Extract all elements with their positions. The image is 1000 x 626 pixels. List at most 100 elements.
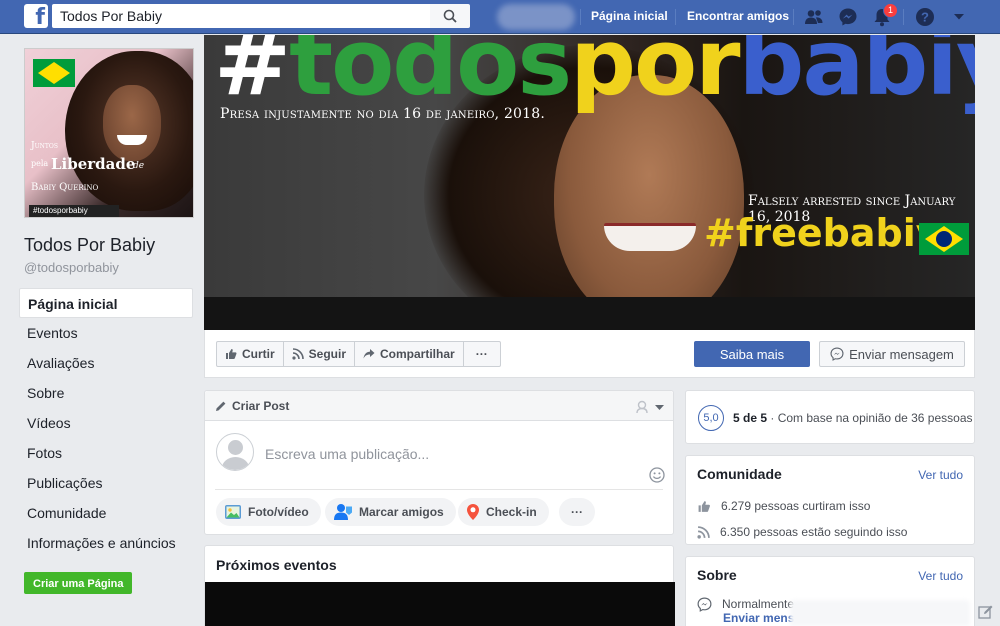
action-button-group: Curtir Seguir Compartilhar ··· bbox=[216, 341, 501, 367]
cover-photo[interactable]: #todosporbabiy Presa injustamente no dia… bbox=[204, 35, 975, 330]
share-label: Compartilhar bbox=[380, 347, 455, 361]
learn-more-button[interactable]: Saiba mais bbox=[694, 341, 810, 367]
avatar bbox=[216, 433, 254, 471]
thumbs-up-icon bbox=[226, 349, 237, 359]
left-nav-info-ads[interactable]: Informações e anúncios bbox=[19, 528, 193, 558]
photo-video-label: Foto/vídeo bbox=[248, 505, 309, 519]
messenger-icon bbox=[697, 597, 712, 612]
profile-shortcut[interactable] bbox=[497, 4, 575, 30]
page-left-navigation: Página inicial Eventos Avaliações Sobre … bbox=[19, 288, 193, 558]
nav-divider bbox=[675, 9, 676, 25]
create-post-title: Criar Post bbox=[232, 398, 290, 413]
profile-text-line2: pela bbox=[31, 159, 49, 168]
photo-icon bbox=[225, 505, 241, 519]
about-response-text: Normalmente bbox=[722, 597, 795, 611]
upcoming-events-title: Próximos eventos bbox=[216, 557, 337, 573]
tag-friends-button[interactable]: Marcar amigos bbox=[325, 498, 456, 526]
nav-home-link[interactable]: Página inicial bbox=[591, 9, 668, 23]
rating-based-on: · Com base na opinião de 36 pessoas bbox=[767, 411, 973, 425]
event-image[interactable] bbox=[205, 582, 675, 626]
audience-selector-icon[interactable] bbox=[635, 400, 649, 414]
profile-face bbox=[103, 85, 161, 161]
like-button[interactable]: Curtir bbox=[217, 342, 284, 366]
left-nav-community[interactable]: Comunidade bbox=[19, 498, 193, 528]
follow-label: Seguir bbox=[308, 347, 347, 361]
dropdown-arrow-icon[interactable] bbox=[948, 6, 970, 28]
cover-hashtag-part: # bbox=[214, 35, 291, 116]
tag-friends-label: Marcar amigos bbox=[359, 505, 444, 519]
page-action-bar: Curtir Seguir Compartilhar ··· Saiba mai… bbox=[204, 330, 975, 378]
chevron-down-icon[interactable] bbox=[655, 405, 664, 411]
left-nav-videos[interactable]: Vídeos bbox=[19, 408, 193, 438]
notifications-icon[interactable]: 1 bbox=[871, 3, 899, 28]
top-navigation-bar: f Página inicial Encontrar amigos 1 ? bbox=[0, 0, 1000, 34]
cover-hashtag-part: todos bbox=[289, 35, 572, 116]
svg-text:?: ? bbox=[921, 10, 929, 25]
page-profile-picture[interactable]: Juntos pela Liberdade de Babiy Querino #… bbox=[24, 48, 194, 218]
left-nav-events[interactable]: Eventos bbox=[19, 318, 193, 348]
profile-text-line5: Babiy Querino bbox=[31, 182, 99, 193]
more-actions-button[interactable]: ··· bbox=[464, 342, 500, 366]
help-icon[interactable]: ? bbox=[914, 6, 936, 28]
chat-bar[interactable] bbox=[790, 600, 1000, 626]
notification-badge: 1 bbox=[883, 3, 899, 18]
left-nav-about[interactable]: Sobre bbox=[19, 378, 193, 408]
rating-score-badge: 5,0 bbox=[698, 405, 724, 431]
profile-text-line3: Liberdade bbox=[51, 155, 136, 173]
post-composer-input[interactable]: Escreva uma publicação... bbox=[265, 446, 429, 462]
cover-hashtag: #todosporbabiy bbox=[214, 35, 975, 116]
left-nav-photos[interactable]: Fotos bbox=[19, 438, 193, 468]
profile-text-line4: de bbox=[133, 161, 145, 171]
rating-out-of: 5 de 5 bbox=[733, 411, 768, 425]
page-title[interactable]: Todos Por Babiy bbox=[24, 235, 155, 256]
cover-hashtag-part: por bbox=[570, 35, 740, 116]
about-see-all-link[interactable]: Ver tudo bbox=[918, 569, 963, 583]
rss-follow-icon bbox=[697, 525, 710, 539]
about-title: Sobre bbox=[697, 567, 737, 583]
tag-friends-icon bbox=[334, 504, 352, 520]
rating-summary[interactable]: 5 de 5 · Com base na opinião de 36 pesso… bbox=[733, 411, 973, 425]
emoji-icon[interactable] bbox=[649, 467, 665, 483]
chat-contacts-blurred[interactable] bbox=[790, 600, 970, 626]
nav-divider bbox=[903, 9, 904, 25]
profile-hashtag: #todosporbabiy bbox=[29, 205, 119, 217]
facebook-logo[interactable]: f bbox=[24, 4, 48, 28]
nav-divider bbox=[793, 9, 794, 25]
cover-free-hashtag: #freebabiy bbox=[704, 211, 941, 255]
photo-video-button[interactable]: Foto/vídeo bbox=[216, 498, 321, 526]
create-page-button[interactable]: Criar uma Página bbox=[24, 572, 133, 594]
share-button[interactable]: Compartilhar bbox=[355, 342, 464, 366]
check-in-button[interactable]: Check-in bbox=[458, 498, 549, 526]
search-icon bbox=[443, 9, 457, 23]
about-send-message-link[interactable]: Enviar mens bbox=[723, 611, 794, 625]
messenger-icon[interactable] bbox=[837, 6, 859, 28]
rating-card: 5,0 5 de 5 · Com base na opinião de 36 p… bbox=[685, 390, 975, 444]
create-post-header: Criar Post bbox=[205, 391, 673, 421]
friends-icon[interactable] bbox=[803, 6, 825, 28]
community-follows-text: 6.350 pessoas estão seguindo isso bbox=[720, 525, 908, 539]
left-nav-posts[interactable]: Publicações bbox=[19, 468, 193, 498]
follow-button[interactable]: Seguir bbox=[284, 342, 356, 366]
community-likes-row: 6.279 pessoas curtiram isso bbox=[697, 499, 870, 513]
community-likes-text: 6.279 pessoas curtiram isso bbox=[721, 499, 871, 513]
more-options-button[interactable]: ··· bbox=[559, 498, 595, 526]
rss-follow-icon bbox=[292, 348, 304, 360]
community-follows-row: 6.350 pessoas estão seguindo isso bbox=[697, 525, 907, 539]
send-message-button[interactable]: Enviar mensagem bbox=[819, 341, 965, 367]
search-button[interactable] bbox=[430, 4, 470, 28]
left-nav-reviews[interactable]: Avaliações bbox=[19, 348, 193, 378]
search-input[interactable] bbox=[52, 4, 430, 28]
cover-subtitle-portuguese: Presa injustamente no dia 16 de janeiro,… bbox=[220, 106, 546, 122]
messenger-icon bbox=[830, 347, 844, 361]
left-nav-home[interactable]: Página inicial bbox=[19, 288, 193, 318]
page-username[interactable]: @todosporbabiy bbox=[24, 260, 119, 275]
cover-hashtag-part: babiy bbox=[738, 35, 975, 116]
new-message-icon[interactable] bbox=[978, 604, 994, 620]
cover-smile bbox=[604, 223, 696, 251]
brazil-flag-icon bbox=[33, 59, 75, 87]
share-arrow-icon bbox=[363, 349, 375, 359]
brazil-map-flag-icon bbox=[919, 223, 969, 255]
location-pin-icon bbox=[467, 504, 479, 520]
nav-find-friends-link[interactable]: Encontrar amigos bbox=[687, 9, 789, 23]
community-see-all-link[interactable]: Ver tudo bbox=[918, 468, 963, 482]
